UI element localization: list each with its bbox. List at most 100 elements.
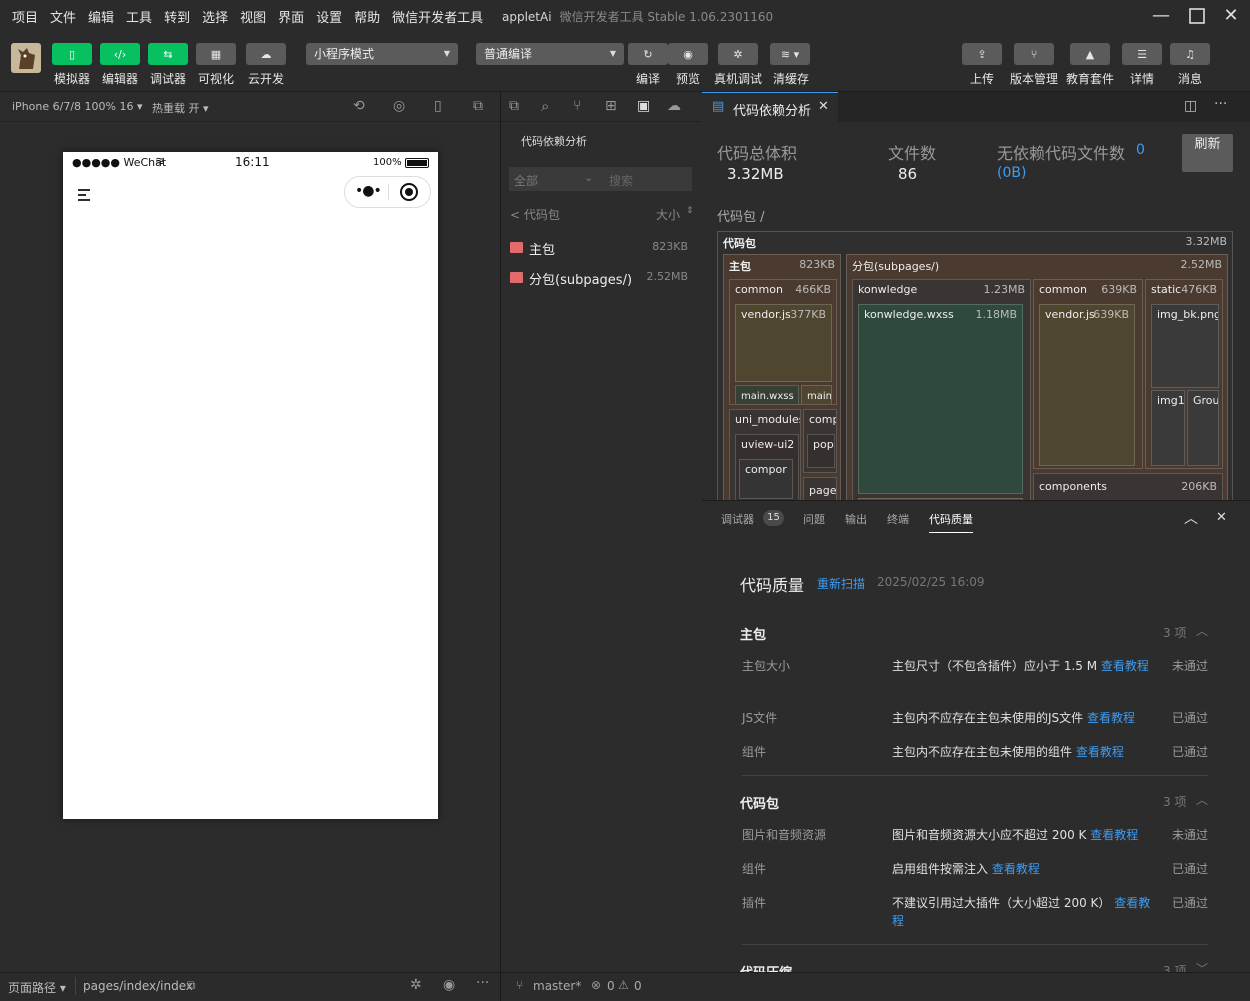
warning-count[interactable]: 0 (634, 979, 642, 993)
treemap-pages[interactable]: pages (803, 477, 837, 500)
record-icon[interactable]: ◎ (393, 98, 405, 114)
treemap-img1[interactable]: img1 (1151, 390, 1185, 466)
list-item[interactable]: 分包(subpages/) 2.52MB (501, 266, 701, 290)
hamburger-icon[interactable] (77, 188, 91, 202)
phone-screen[interactable]: ●●●●● WeChat ≋ 16:11 100% •●• (63, 152, 438, 819)
preview-button[interactable]: ◉ (668, 43, 708, 65)
tab-output[interactable]: 输出 (845, 511, 867, 527)
extensions-icon[interactable]: ⊞ (605, 98, 617, 114)
git-branch[interactable]: master* (533, 979, 581, 993)
clear-cache-button[interactable]: ≋ ▾ (770, 43, 810, 65)
treemap-grou[interactable]: Grou (1187, 390, 1219, 466)
error-count[interactable]: 0 (607, 979, 615, 993)
treemap-common[interactable]: common 466KB vendor.js 377KB main.wxss mai… (729, 279, 837, 405)
avatar[interactable] (11, 43, 41, 73)
tutorial-link[interactable]: 查看教程 (992, 862, 1040, 876)
messages-button[interactable]: ♫ (1170, 43, 1210, 65)
tab-dependency-analysis[interactable]: ▤ 代码依赖分析 ✕ (702, 92, 838, 122)
treemap-compor[interactable]: compor (739, 459, 793, 499)
breadcrumb[interactable]: 代码包 / (717, 206, 765, 225)
back-link[interactable]: < 代码包 (510, 206, 560, 223)
list-item[interactable]: 主包 823KB (501, 236, 701, 260)
simulator-button[interactable]: ▯ (52, 43, 92, 65)
no-dep-value[interactable]: 0 (1136, 142, 1145, 158)
treemap-main-js[interactable]: main (801, 385, 832, 404)
menu-file[interactable]: 文件 (50, 7, 76, 26)
treemap-vendor-sub[interactable]: vendor.js 639KB (1039, 304, 1135, 466)
compile-button[interactable]: ↻ (628, 43, 668, 65)
rescan-link[interactable]: 重新扫描 (817, 575, 865, 592)
bug-icon[interactable]: ✲ (410, 977, 422, 993)
tutorial-link[interactable]: 查看教程 (1090, 828, 1138, 842)
version-button[interactable]: ⑂ (1014, 43, 1054, 65)
treemap-sub[interactable]: 分包(subpages/) 2.52MB konwledge 1.23MB konw… (846, 254, 1228, 500)
compile-select[interactable]: 普通编译 ▼ (476, 43, 624, 65)
tab-code-quality[interactable]: 代码质量 (929, 511, 973, 533)
popout-icon[interactable]: ⧉ (473, 98, 483, 114)
treemap-konwledge-wxss[interactable]: konwledge.wxss 1.18MB (858, 304, 1023, 494)
page-path-select[interactable]: 页面路径 ▾ (8, 979, 66, 996)
treemap-uni-modules[interactable]: uni_modules uview-ui2 compor (729, 409, 801, 500)
minimize-icon[interactable]: — (1150, 6, 1172, 26)
tab-problems[interactable]: 问题 (803, 511, 825, 527)
chevron-up-icon[interactable]: ︿ (1184, 508, 1198, 528)
upload-button[interactable]: ⇪ (962, 43, 1002, 65)
eye-icon[interactable]: ◉ (443, 977, 455, 993)
more-icon[interactable]: ··· (1214, 96, 1227, 112)
treemap-konwledge[interactable]: konwledge 1.23MB konwledge.wxss 1.18MB (852, 279, 1031, 500)
close-miniapp-icon[interactable] (400, 183, 418, 201)
treemap-root[interactable]: 代码包 3.32MB 主包 823KB common 466KB vendor.js 3… (717, 231, 1233, 501)
hot-reload-toggle[interactable]: 热重载 开 ▾ (152, 100, 209, 116)
remote-debug-button[interactable]: ✲ (718, 43, 758, 65)
menu-settings[interactable]: 设置 (316, 7, 342, 26)
tab-debugger[interactable]: 调试器 (721, 511, 754, 527)
device-select[interactable]: iPhone 6/7/8 100% 16 ▾ (12, 100, 143, 113)
files-icon[interactable]: ⧉ (509, 98, 519, 114)
menu-edit[interactable]: 编辑 (88, 7, 114, 26)
close-tab-icon[interactable]: ✕ (818, 99, 829, 114)
more-icon[interactable]: ··· (476, 975, 489, 991)
treemap-common-sub[interactable]: common 639KB vendor.js 639KB (1033, 279, 1143, 469)
menu-interface[interactable]: 界面 (278, 7, 304, 26)
treemap-components[interactable]: components 206KB (1033, 473, 1223, 500)
editor-button[interactable]: ‹/› (100, 43, 140, 65)
close-panel-icon[interactable]: ✕ (1216, 510, 1227, 525)
git-icon[interactable]: ⑂ (573, 98, 581, 114)
menu-project[interactable]: 项目 (12, 7, 38, 26)
docker-icon[interactable]: ☁ (667, 98, 681, 114)
treemap-static[interactable]: static 476KB img_bk.png img1 Grou (1145, 279, 1223, 469)
treemap-main[interactable]: 主包 823KB common 466KB vendor.js 377KB main.… (723, 254, 841, 500)
mode-select[interactable]: 小程序模式 ▼ (306, 43, 458, 65)
treemap-vendor-main[interactable]: vendor.js 377KB (735, 304, 832, 382)
analysis-icon[interactable]: ▣ (637, 98, 650, 114)
tutorial-link[interactable]: 查看教程 (1101, 659, 1149, 673)
tab-terminal[interactable]: 终端 (887, 511, 909, 527)
rotate-icon[interactable]: ⟲ (353, 98, 365, 114)
tutorial-link[interactable]: 查看教程 (1087, 711, 1135, 725)
filter-select[interactable]: 全部 (514, 172, 538, 189)
capsule-menu[interactable]: •●• (344, 176, 431, 208)
search-input[interactable]: 搜索 (609, 172, 633, 189)
sort-label[interactable]: 大小 (656, 206, 680, 223)
treemap-main-wxss[interactable]: main.wxss (735, 385, 799, 404)
details-button[interactable]: ☰ (1122, 43, 1162, 65)
device-icon[interactable]: ▯ (434, 98, 442, 114)
debugger-button[interactable]: ⇆ (148, 43, 188, 65)
menu-help[interactable]: 帮助 (354, 7, 380, 26)
tutorial-link[interactable]: 查看教程 (1076, 745, 1124, 759)
menu-goto[interactable]: 转到 (164, 7, 190, 26)
refresh-button[interactable]: 刷新 (1182, 134, 1233, 172)
copy-icon[interactable]: ⧉ (187, 978, 196, 993)
menu-select[interactable]: 选择 (202, 7, 228, 26)
cloud-button[interactable]: ☁ (246, 43, 286, 65)
split-editor-icon[interactable]: ◫ (1184, 98, 1197, 114)
chevron-up-icon[interactable]: ︿ (1196, 791, 1208, 808)
sort-icon[interactable]: ⇕ (686, 206, 694, 216)
search-icon[interactable]: ⌕ (541, 97, 549, 115)
treemap-pop[interactable]: pop (807, 434, 835, 468)
visual-button[interactable]: ▦ (196, 43, 236, 65)
treemap-comp[interactable]: comp pop (803, 409, 837, 473)
treemap-uview[interactable]: uview-ui2 compor (735, 434, 799, 500)
close-window-icon[interactable]: ✕ (1220, 6, 1242, 26)
chevron-up-icon[interactable]: ︿ (1196, 622, 1208, 639)
